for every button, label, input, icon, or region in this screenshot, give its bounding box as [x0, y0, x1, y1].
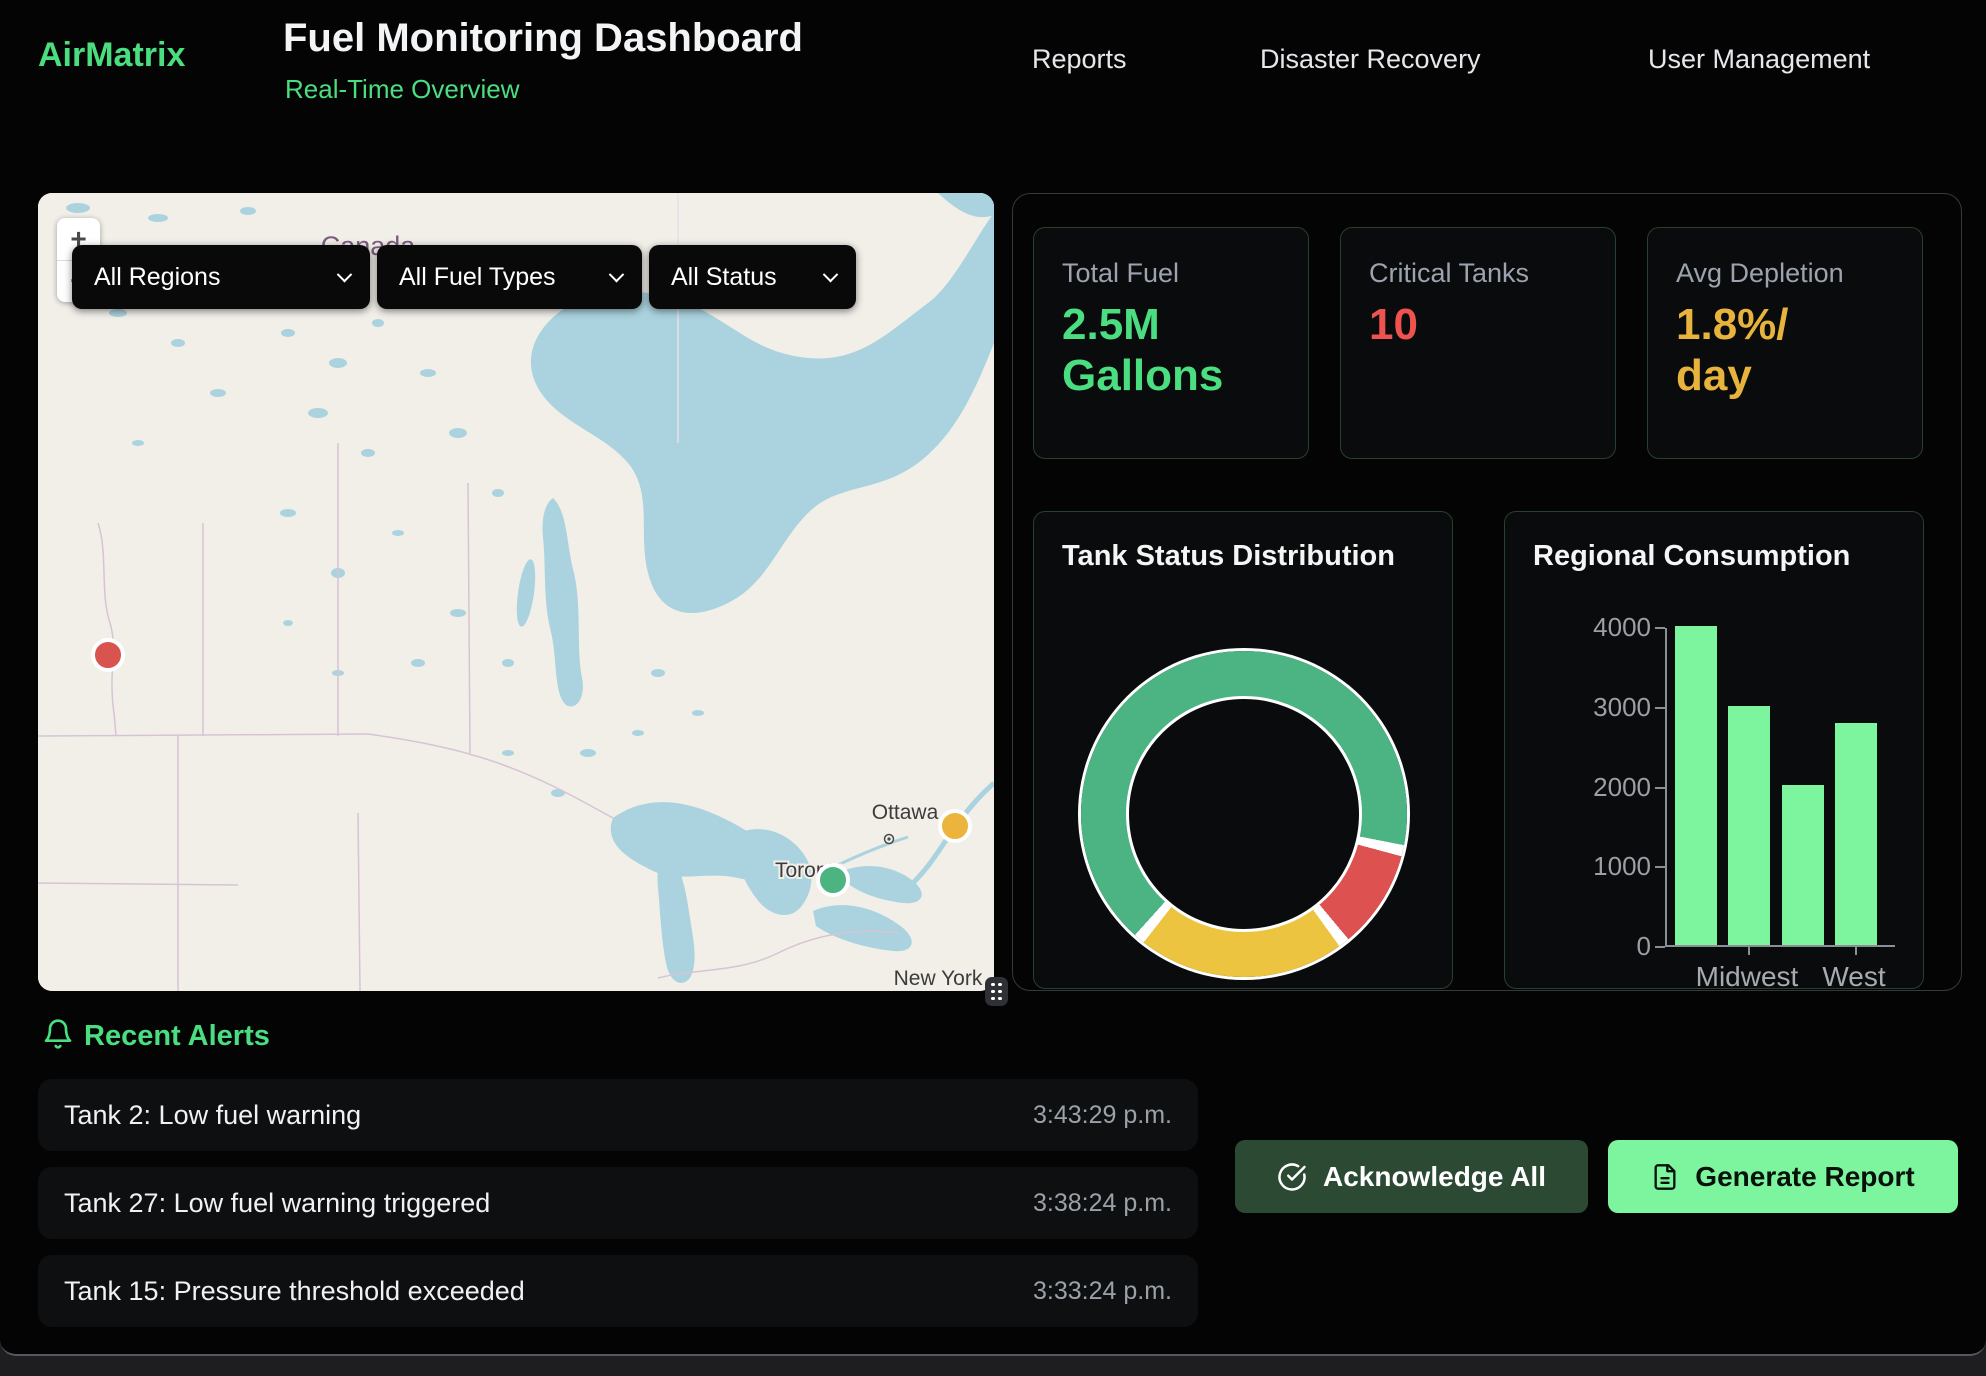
- y-tick-label: 0: [1563, 931, 1651, 962]
- bar-segment: [1835, 723, 1877, 945]
- y-tick-mark: [1655, 946, 1665, 948]
- bar-segment: [1782, 785, 1824, 945]
- alert-text: Tank 27: Low fuel warning triggered: [64, 1188, 490, 1219]
- donut-chart: [1081, 651, 1407, 977]
- chevron-down-icon: [609, 266, 625, 282]
- map[interactable]: Canada Ottawa Toronto New York + −: [38, 193, 994, 991]
- check-circle-icon: [1277, 1162, 1307, 1192]
- y-tick-mark: [1655, 627, 1665, 629]
- brand-logo: AirMatrix: [38, 36, 185, 75]
- y-tick-mark: [1655, 787, 1665, 789]
- alert-row[interactable]: Tank 27: Low fuel warning triggered 3:38…: [38, 1167, 1198, 1239]
- donut-hole: [1126, 696, 1362, 932]
- chart-title: Regional Consumption: [1533, 540, 1850, 573]
- stat-label: Avg Depletion: [1676, 258, 1844, 289]
- app-window: AirMatrix Fuel Monitoring Dashboard Real…: [0, 0, 1986, 1356]
- fuel-monitoring-dashboard: AirMatrix Fuel Monitoring Dashboard Real…: [0, 0, 1986, 1376]
- bar-segment: [1675, 626, 1717, 945]
- map-marker-warning[interactable]: [940, 811, 970, 841]
- y-tick-mark: [1655, 866, 1665, 868]
- x-axis-label: West: [1784, 961, 1924, 993]
- map-label-new-york: New York: [894, 967, 983, 990]
- alert-text: Tank 2: Low fuel warning: [64, 1100, 361, 1131]
- report-document-icon: [1651, 1163, 1679, 1191]
- x-tick-mark: [1748, 947, 1750, 955]
- map-marker-critical[interactable]: [93, 640, 123, 670]
- y-tick-label: 2000: [1563, 772, 1651, 803]
- page-title: Fuel Monitoring Dashboard: [283, 16, 803, 61]
- bar-segment: [1728, 706, 1770, 945]
- bar-chart: 01000200030004000: [1665, 628, 1895, 947]
- nav-user-management[interactable]: User Management: [1648, 44, 1870, 75]
- alert-text: Tank 15: Pressure threshold exceeded: [64, 1276, 525, 1307]
- ottawa-town-icon: [885, 835, 894, 844]
- regional-consumption-card: Regional Consumption 01000200030004000 M…: [1504, 511, 1924, 989]
- nav-reports[interactable]: Reports: [1032, 44, 1127, 75]
- map-filter-bar: All Regions All Fuel Types All Status: [72, 245, 856, 309]
- alert-row[interactable]: Tank 2: Low fuel warning 3:43:29 p.m.: [38, 1079, 1198, 1151]
- recent-alerts-title: Recent Alerts: [84, 1020, 270, 1053]
- map-canvas[interactable]: Canada Ottawa Toronto New York: [38, 193, 994, 991]
- filter-all-fuel-types[interactable]: All Fuel Types: [377, 245, 642, 309]
- chart-title: Tank Status Distribution: [1062, 540, 1395, 573]
- filter-all-regions[interactable]: All Regions: [72, 245, 370, 309]
- nav-disaster-recovery[interactable]: Disaster Recovery: [1260, 44, 1481, 75]
- x-tick-mark: [1855, 947, 1857, 955]
- stat-card-avg-depletion: Avg Depletion 1.8%/ day: [1647, 227, 1923, 459]
- acknowledge-all-label: Acknowledge All: [1323, 1161, 1546, 1193]
- y-tick-label: 1000: [1563, 851, 1651, 882]
- stat-value: 10: [1369, 300, 1418, 351]
- filter-all-fuel-types-value: All Fuel Types: [399, 263, 556, 292]
- stat-card-total-fuel: Total Fuel 2.5M Gallons: [1033, 227, 1309, 459]
- y-tick-label: 3000: [1563, 692, 1651, 723]
- acknowledge-all-button[interactable]: Acknowledge All: [1235, 1140, 1588, 1213]
- alert-row[interactable]: Tank 15: Pressure threshold exceeded 3:3…: [38, 1255, 1198, 1327]
- chevron-down-icon: [823, 266, 839, 282]
- stat-card-critical-tanks: Critical Tanks 10: [1340, 227, 1616, 459]
- tank-status-distribution-card: Tank Status Distribution: [1033, 511, 1453, 989]
- y-tick-label: 4000: [1563, 612, 1651, 643]
- generate-report-button[interactable]: Generate Report: [1608, 1140, 1958, 1213]
- stat-value: 2.5M Gallons: [1062, 300, 1223, 401]
- filter-all-status[interactable]: All Status: [649, 245, 856, 309]
- metrics-panel: Total Fuel 2.5M Gallons Critical Tanks 1…: [1012, 193, 1962, 991]
- filter-all-regions-value: All Regions: [94, 263, 220, 292]
- alert-time: 3:38:24 p.m.: [1033, 1189, 1172, 1218]
- filter-all-status-value: All Status: [671, 263, 777, 292]
- alert-time: 3:43:29 p.m.: [1033, 1101, 1172, 1130]
- map-label-ottawa: Ottawa: [872, 801, 939, 824]
- map-marker-normal[interactable]: [818, 865, 848, 895]
- chevron-down-icon: [337, 266, 353, 282]
- page-subtitle: Real-Time Overview: [285, 74, 520, 105]
- bell-icon: [42, 1018, 74, 1050]
- stat-label: Critical Tanks: [1369, 258, 1529, 289]
- resize-grip-icon[interactable]: [985, 977, 1008, 1006]
- generate-report-label: Generate Report: [1695, 1161, 1914, 1193]
- alert-time: 3:33:24 p.m.: [1033, 1277, 1172, 1306]
- stat-value: 1.8%/ day: [1676, 300, 1789, 401]
- y-tick-mark: [1655, 707, 1665, 709]
- stat-label: Total Fuel: [1062, 258, 1179, 289]
